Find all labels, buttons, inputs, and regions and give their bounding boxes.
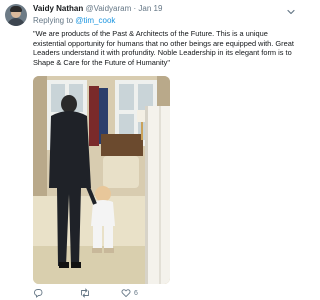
avatar[interactable] [5,4,27,26]
like-button[interactable]: 6 [121,288,138,298]
replying-to-label: Replying to [33,16,74,25]
photo-image [33,76,170,284]
retweet-button[interactable] [79,288,91,298]
header-separator: · [133,4,137,13]
reply-icon [33,288,43,298]
tweet-header: Vaidy Nathan @Vaidyaram · Jan 19 [33,4,162,14]
user-handle[interactable]: @Vaidyaram [85,4,131,13]
like-count: 6 [134,289,138,297]
avatar-shoulders [7,18,25,26]
replying-to: Replying to @tim_cook [33,16,115,26]
tweet-date[interactable]: Jan 19 [138,4,162,13]
avatar-hair [10,6,22,12]
tweet[interactable]: Vaidy Nathan @Vaidyaram · Jan 19 Replyin… [0,0,300,300]
display-name[interactable]: Vaidy Nathan [33,4,83,13]
heart-icon [121,288,131,298]
tweet-photo[interactable] [33,76,170,284]
reply-mention-link[interactable]: @tim_cook [75,16,115,25]
retweet-icon [79,288,91,298]
tweet-actions: 6 [33,288,173,300]
reply-button[interactable] [33,288,43,298]
chevron-down-icon[interactable] [286,4,296,15]
tweet-text: "We are products of the Past & Architect… [33,29,294,67]
